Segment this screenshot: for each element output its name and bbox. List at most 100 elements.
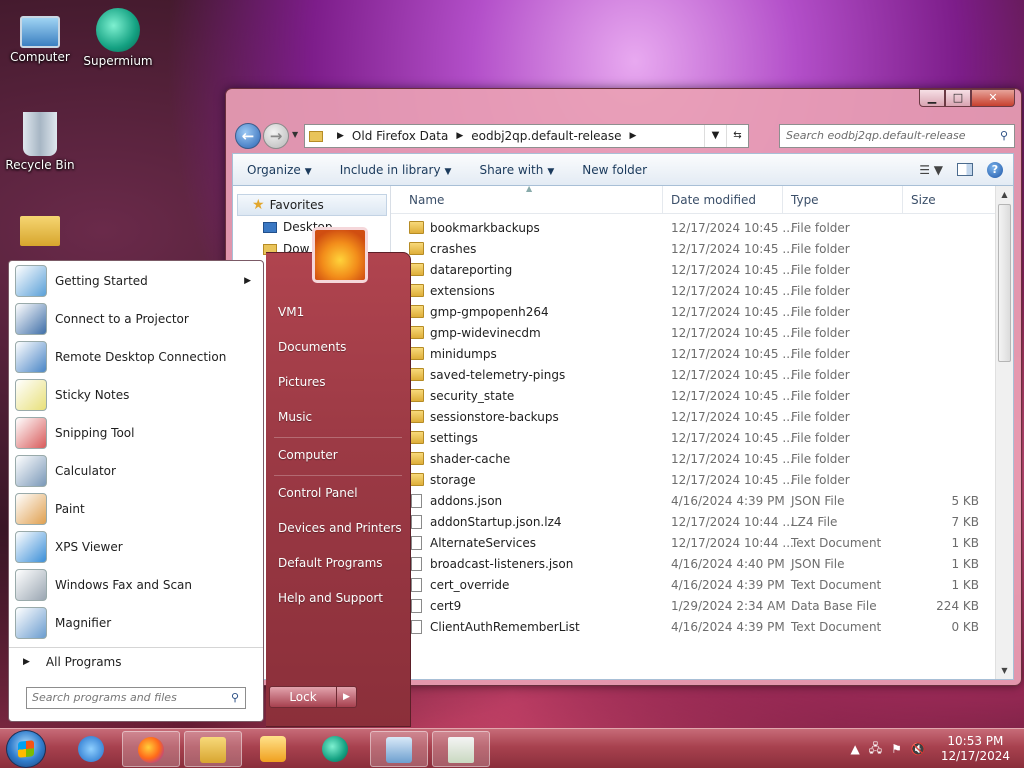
taskbar-supermium[interactable] xyxy=(306,731,364,767)
file-row[interactable]: saved-telemetry-pings 12/17/2024 10:45 ..… xyxy=(391,364,995,385)
start-search-input[interactable]: Search programs and files ⚲ xyxy=(26,687,246,709)
file-name-cell: gmp-gmpopenh264 xyxy=(391,305,663,319)
help-icon[interactable]: ? xyxy=(987,161,1003,178)
scrollbar-thumb[interactable] xyxy=(998,204,1011,362)
file-row[interactable]: addonStartup.json.lz4 12/17/2024 10:44 ..… xyxy=(391,511,995,532)
file-row[interactable]: cert_override 4/16/2024 4:39 PM Text Docum… xyxy=(391,574,995,595)
start-link-devices-printers[interactable]: Devices and Printers xyxy=(274,521,402,535)
shutdown-options-icon[interactable]: ▶ xyxy=(337,686,357,708)
file-row[interactable]: crashes 12/17/2024 10:45 ... File folder xyxy=(391,238,995,259)
start-program-item[interactable]: Snipping Tool xyxy=(9,414,263,452)
scroll-down-icon[interactable]: ▼ xyxy=(996,662,1013,679)
all-programs-button[interactable]: ▶ All Programs xyxy=(9,647,263,675)
desktop-icon-label: Supermium xyxy=(83,54,153,68)
start-program-item[interactable]: Remote Desktop Connection xyxy=(9,338,263,376)
start-program-item[interactable]: Magnifier xyxy=(9,604,263,642)
include-in-library-button[interactable]: Include in library ▼ xyxy=(326,163,466,177)
desktop-icon-computer[interactable]: Computer xyxy=(0,8,80,64)
network-icon[interactable]: 🖧 xyxy=(869,739,882,760)
user-avatar[interactable] xyxy=(312,227,368,283)
breadcrumb-item[interactable]: Old Firefox Data xyxy=(352,129,448,143)
search-icon[interactable]: ⚲ xyxy=(1000,125,1008,147)
desktop-icon-supermium[interactable]: Supermium xyxy=(78,8,158,68)
start-link-control-panel[interactable]: Control Panel xyxy=(274,486,402,500)
folder-icon xyxy=(20,216,60,246)
start-program-item[interactable]: XPS Viewer xyxy=(9,528,263,566)
taskbar-control-panel[interactable] xyxy=(370,731,428,767)
start-program-item[interactable]: Sticky Notes xyxy=(9,376,263,414)
taskbar-media-player[interactable] xyxy=(244,731,302,767)
file-row[interactable]: gmp-widevinecdm 12/17/2024 10:45 ... File … xyxy=(391,322,995,343)
file-size-cell: 7 KB xyxy=(951,514,979,529)
search-icon[interactable]: ⚲ xyxy=(231,688,239,708)
preview-pane-icon[interactable] xyxy=(957,163,973,176)
address-bar[interactable]: ▶ Old Firefox Data ▶ eodbj2qp.default-re… xyxy=(304,124,749,148)
start-program-item[interactable]: Getting Started ▶ xyxy=(9,262,263,300)
taskbar-internet-explorer[interactable] xyxy=(62,731,120,767)
show-hidden-icons-icon[interactable]: ▲ xyxy=(850,742,859,756)
file-row[interactable]: bookmarkbackups 12/17/2024 10:45 ... File … xyxy=(391,217,995,238)
forward-button[interactable]: → xyxy=(263,123,289,149)
start-link-music[interactable]: Music xyxy=(274,410,402,424)
file-row[interactable]: AlternateServices 12/17/2024 10:44 ... Tex… xyxy=(391,532,995,553)
file-row[interactable]: broadcast-listeners.json 4/16/2024 4:40 P… xyxy=(391,553,995,574)
file-row[interactable]: minidumps 12/17/2024 10:45 ... File folder xyxy=(391,343,995,364)
new-folder-button[interactable]: New folder xyxy=(568,163,661,177)
start-program-item[interactable]: Paint xyxy=(9,490,263,528)
start-link-documents[interactable]: Documents xyxy=(274,340,402,354)
file-row[interactable]: addons.json 4/16/2024 4:39 PM JSON File 5 K… xyxy=(391,490,995,511)
organize-button[interactable]: Organize ▼ xyxy=(233,163,326,177)
taskbar-firefox[interactable] xyxy=(122,731,180,767)
nav-item-favorites[interactable]: ★ Favorites xyxy=(237,194,387,216)
change-view-icon[interactable]: ☰ ▼ xyxy=(919,163,943,177)
back-button[interactable]: ← xyxy=(235,123,261,149)
start-link-user[interactable]: VM1 xyxy=(274,305,402,319)
start-program-item[interactable]: Windows Fax and Scan xyxy=(9,566,263,604)
minimize-button[interactable]: ▁ xyxy=(919,89,945,107)
search-input[interactable]: Search eodbj2qp.default-release ⚲ xyxy=(779,124,1015,148)
start-link-pictures[interactable]: Pictures xyxy=(274,375,402,389)
file-row[interactable]: storage 12/17/2024 10:45 ... File folder xyxy=(391,469,995,490)
file-row[interactable]: sessionstore-backups 12/17/2024 10:45 ...… xyxy=(391,406,995,427)
volume-muted-icon[interactable]: 🔇 xyxy=(911,742,926,756)
chevron-right-icon[interactable]: ▶ xyxy=(630,131,637,141)
start-program-item[interactable]: Calculator xyxy=(9,452,263,490)
file-row[interactable]: ClientAuthRememberList 4/16/2024 4:39 PM T… xyxy=(391,616,995,637)
refresh-icon[interactable]: ⇆ xyxy=(726,125,748,147)
chevron-right-icon[interactable]: ▶ xyxy=(456,131,463,141)
taskbar-task-manager[interactable] xyxy=(432,731,490,767)
recent-pages-dropdown[interactable]: ▼ xyxy=(292,130,298,139)
column-header-size[interactable]: Size xyxy=(903,186,993,213)
column-header-date[interactable]: Date modified xyxy=(663,186,783,213)
chevron-right-icon[interactable]: ▶ xyxy=(337,131,344,141)
close-button[interactable]: ✕ xyxy=(971,89,1015,107)
address-dropdown-icon[interactable]: ▼ xyxy=(704,125,726,147)
file-row[interactable]: datareporting 12/17/2024 10:45 ... File fo… xyxy=(391,259,995,280)
start-program-item[interactable]: Connect to a Projector xyxy=(9,300,263,338)
desktop-icon-label: Recycle Bin xyxy=(5,158,75,172)
file-row[interactable]: settings 12/17/2024 10:45 ... File folder xyxy=(391,427,995,448)
scroll-up-icon[interactable]: ▲ xyxy=(996,186,1013,203)
breadcrumb-item[interactable]: eodbj2qp.default-release xyxy=(471,129,621,143)
start-link-default-programs[interactable]: Default Programs xyxy=(274,556,402,570)
desktop-icon-folder[interactable] xyxy=(0,206,80,248)
vertical-scrollbar[interactable]: ▲ ▼ xyxy=(995,186,1013,679)
start-button[interactable] xyxy=(6,730,46,768)
column-header-name[interactable]: ▲ Name xyxy=(391,186,663,213)
file-row[interactable]: shader-cache 12/17/2024 10:45 ... File fol… xyxy=(391,448,995,469)
maximize-button[interactable]: □ xyxy=(945,89,971,107)
action-center-flag-icon[interactable]: ⚑ xyxy=(891,742,902,756)
start-link-help-support[interactable]: Help and Support xyxy=(274,591,402,605)
taskbar-windows-explorer[interactable] xyxy=(184,731,242,767)
file-row[interactable]: gmp-gmpopenh264 12/17/2024 10:45 ... File … xyxy=(391,301,995,322)
search-placeholder: Search eodbj2qp.default-release xyxy=(786,129,966,142)
start-link-computer[interactable]: Computer xyxy=(274,448,402,462)
file-row[interactable]: cert9 1/29/2024 2:34 AM Data Base File 224 … xyxy=(391,595,995,616)
file-row[interactable]: extensions 12/17/2024 10:45 ... File folde… xyxy=(391,280,995,301)
column-header-type[interactable]: Type xyxy=(783,186,903,213)
share-with-button[interactable]: Share with ▼ xyxy=(465,163,568,177)
lock-button[interactable]: Lock xyxy=(269,686,337,708)
desktop-icon-recycle-bin[interactable]: Recycle Bin xyxy=(0,112,80,172)
file-row[interactable]: security_state 12/17/2024 10:45 ... File f… xyxy=(391,385,995,406)
clock[interactable]: 10:53 PM 12/17/2024 xyxy=(941,734,1010,764)
